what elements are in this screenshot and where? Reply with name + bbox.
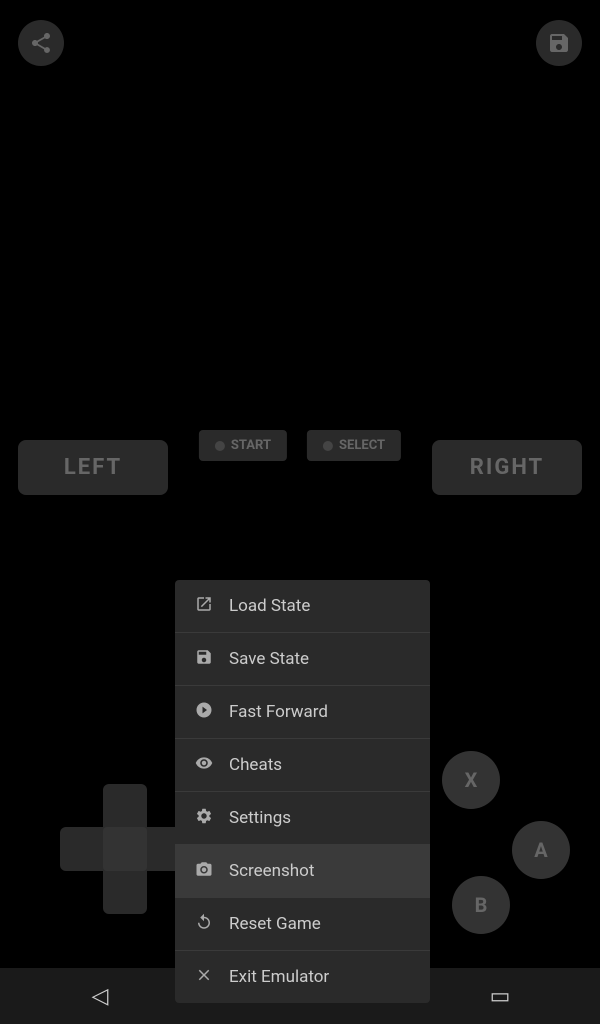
dim-overlay-left: [0, 0, 175, 968]
menu-item-exit-emulator[interactable]: Exit Emulator: [175, 951, 430, 1003]
menu-item-fast-forward[interactable]: Fast Forward: [175, 686, 430, 739]
dim-overlay-top: [175, 0, 430, 580]
menu-item-save-state[interactable]: Save State: [175, 633, 430, 686]
exit-emulator-icon: [193, 966, 215, 988]
load-state-label: Load State: [229, 596, 310, 616]
fast-forward-label: Fast Forward: [229, 702, 328, 722]
context-menu: Load State Save State Fast Forward Cheats Se…: [175, 580, 430, 1003]
reset-game-label: Reset Game: [229, 914, 321, 934]
menu-item-screenshot[interactable]: Screenshot: [175, 845, 430, 898]
fast-forward-icon: [193, 701, 215, 723]
recents-nav-button[interactable]: ▭: [475, 984, 525, 1009]
menu-item-cheats[interactable]: Cheats: [175, 739, 430, 792]
save-state-label: Save State: [229, 649, 309, 669]
dim-overlay-right: [430, 0, 600, 968]
menu-item-load-state[interactable]: Load State: [175, 580, 430, 633]
load-state-icon: [193, 595, 215, 617]
cheats-icon: [193, 754, 215, 776]
save-state-icon: [193, 648, 215, 670]
settings-icon: [193, 807, 215, 829]
screenshot-icon: [193, 860, 215, 882]
settings-label: Settings: [229, 808, 291, 828]
menu-item-reset-game[interactable]: Reset Game: [175, 898, 430, 951]
menu-item-settings[interactable]: Settings: [175, 792, 430, 845]
exit-emulator-label: Exit Emulator: [229, 967, 329, 987]
screenshot-label: Screenshot: [229, 861, 314, 881]
cheats-label: Cheats: [229, 755, 282, 775]
back-nav-button[interactable]: ◁: [75, 984, 125, 1009]
reset-game-icon: [193, 913, 215, 935]
